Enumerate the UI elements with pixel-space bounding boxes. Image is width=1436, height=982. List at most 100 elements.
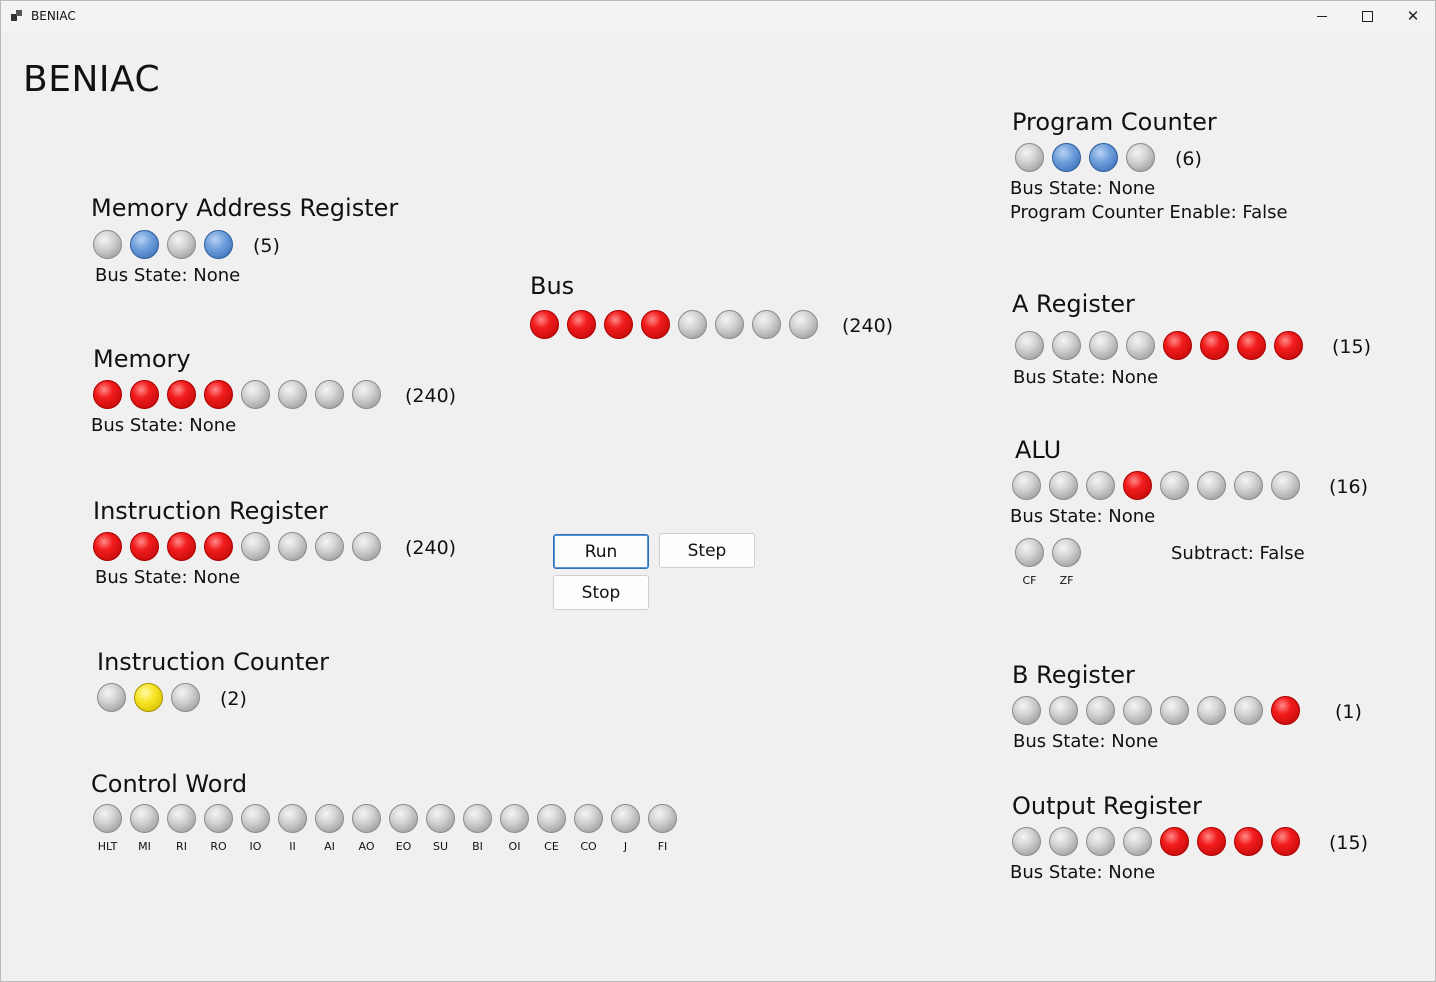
pc-led-2 xyxy=(1089,143,1118,172)
a-register-led-4 xyxy=(1163,331,1192,360)
memory-led-7 xyxy=(352,380,381,409)
output-register-led-1 xyxy=(1049,827,1078,856)
control-word-led-9 xyxy=(426,804,455,833)
minimize-icon xyxy=(1317,15,1327,17)
a-register-led-7 xyxy=(1274,331,1303,360)
control-word-led-15 xyxy=(648,804,677,833)
control-flag-label: CO xyxy=(580,840,597,853)
control-word-led-14 xyxy=(611,804,640,833)
mar-led-2 xyxy=(167,230,196,259)
control-word-led-3 xyxy=(204,804,233,833)
control-flag-label: BI xyxy=(472,840,483,853)
window-title: BENIAC xyxy=(31,9,76,23)
b-register-led-3 xyxy=(1123,696,1152,725)
bus-value: (240) xyxy=(842,315,894,337)
maximize-button[interactable] xyxy=(1344,1,1390,31)
control-flag-label: MI xyxy=(138,840,151,853)
pc-title: Program Counter xyxy=(1012,108,1217,136)
alu-flag-led-1 xyxy=(1052,538,1081,567)
ir-led-7 xyxy=(352,532,381,561)
control-flag-label: IO xyxy=(249,840,262,853)
mar-leds xyxy=(93,230,233,259)
run-button[interactable]: Run xyxy=(553,534,649,569)
memory-led-4 xyxy=(241,380,270,409)
memory-bus-state: Bus State: None xyxy=(91,415,237,436)
memory-led-0 xyxy=(93,380,122,409)
a-register-led-5 xyxy=(1200,331,1229,360)
output-register-title: Output Register xyxy=(1012,792,1202,820)
bus-led-1 xyxy=(567,310,596,339)
alu-subtract: Subtract: False xyxy=(1171,543,1305,564)
control-word-led-0 xyxy=(93,804,122,833)
bus-title: Bus xyxy=(530,272,575,300)
bus-leds xyxy=(530,310,818,339)
bus-led-5 xyxy=(715,310,744,339)
control-word-led-10 xyxy=(463,804,492,833)
output-register-led-6 xyxy=(1234,827,1263,856)
bus-led-4 xyxy=(678,310,707,339)
ir-leds xyxy=(93,532,381,561)
control-flag-label: AI xyxy=(324,840,335,853)
alu-bus-state: Bus State: None xyxy=(1010,506,1156,527)
b-register-led-2 xyxy=(1086,696,1115,725)
b-register-led-1 xyxy=(1049,696,1078,725)
alu-leds xyxy=(1012,471,1300,500)
b-register-led-6 xyxy=(1234,696,1263,725)
control-flag-label: SU xyxy=(432,840,449,853)
output-register-led-3 xyxy=(1123,827,1152,856)
pc-value: (6) xyxy=(1175,148,1202,170)
ic-value: (2) xyxy=(220,688,247,710)
alu-led-3 xyxy=(1123,471,1152,500)
step-button[interactable]: Step xyxy=(659,533,755,568)
control-word-led-6 xyxy=(315,804,344,833)
pc-led-1 xyxy=(1052,143,1081,172)
control-word-led-13 xyxy=(574,804,603,833)
alu-led-4 xyxy=(1160,471,1189,500)
ir-led-3 xyxy=(204,532,233,561)
title-bar[interactable]: BENIAC ✕ xyxy=(1,1,1435,31)
alu-led-2 xyxy=(1086,471,1115,500)
memory-led-6 xyxy=(315,380,344,409)
a-register-title: A Register xyxy=(1012,290,1135,318)
alu-flag-leds xyxy=(1015,538,1081,567)
control-flag-label: EO xyxy=(395,840,412,853)
ir-led-1 xyxy=(130,532,159,561)
a-register-leds xyxy=(1015,331,1303,360)
control-word-led-1 xyxy=(130,804,159,833)
alu-flag-led-0 xyxy=(1015,538,1044,567)
app-icon xyxy=(11,10,22,21)
control-word-led-11 xyxy=(500,804,529,833)
ir-led-2 xyxy=(167,532,196,561)
alu-led-6 xyxy=(1234,471,1263,500)
control-flag-label: II xyxy=(289,840,296,853)
output-register-value: (15) xyxy=(1329,832,1369,854)
output-register-led-5 xyxy=(1197,827,1226,856)
control-flag-label: AO xyxy=(358,840,375,853)
memory-led-2 xyxy=(167,380,196,409)
output-register-led-0 xyxy=(1012,827,1041,856)
output-register-led-7 xyxy=(1271,827,1300,856)
control-flag-label: HLT xyxy=(97,840,118,853)
mar-title: Memory Address Register xyxy=(91,194,399,222)
memory-led-5 xyxy=(278,380,307,409)
close-icon: ✕ xyxy=(1406,7,1420,25)
control-flag-label: CE xyxy=(544,840,559,853)
stop-button[interactable]: Stop xyxy=(553,575,649,610)
minimize-button[interactable] xyxy=(1299,1,1345,31)
mar-led-0 xyxy=(93,230,122,259)
memory-title: Memory xyxy=(93,345,191,373)
b-register-title: B Register xyxy=(1012,661,1135,689)
ir-bus-state: Bus State: None xyxy=(95,567,241,588)
pc-leds xyxy=(1015,143,1155,172)
ir-led-5 xyxy=(278,532,307,561)
pc-led-0 xyxy=(1015,143,1044,172)
pc-bus-state: Bus State: None xyxy=(1010,178,1156,199)
ic-led-0 xyxy=(97,683,126,712)
a-register-bus-state: Bus State: None xyxy=(1013,367,1159,388)
close-button[interactable]: ✕ xyxy=(1390,1,1436,31)
alu-led-1 xyxy=(1049,471,1078,500)
b-register-led-5 xyxy=(1197,696,1226,725)
output-register-bus-state: Bus State: None xyxy=(1010,862,1156,883)
control-word-led-4 xyxy=(241,804,270,833)
a-register-value: (15) xyxy=(1332,336,1372,358)
